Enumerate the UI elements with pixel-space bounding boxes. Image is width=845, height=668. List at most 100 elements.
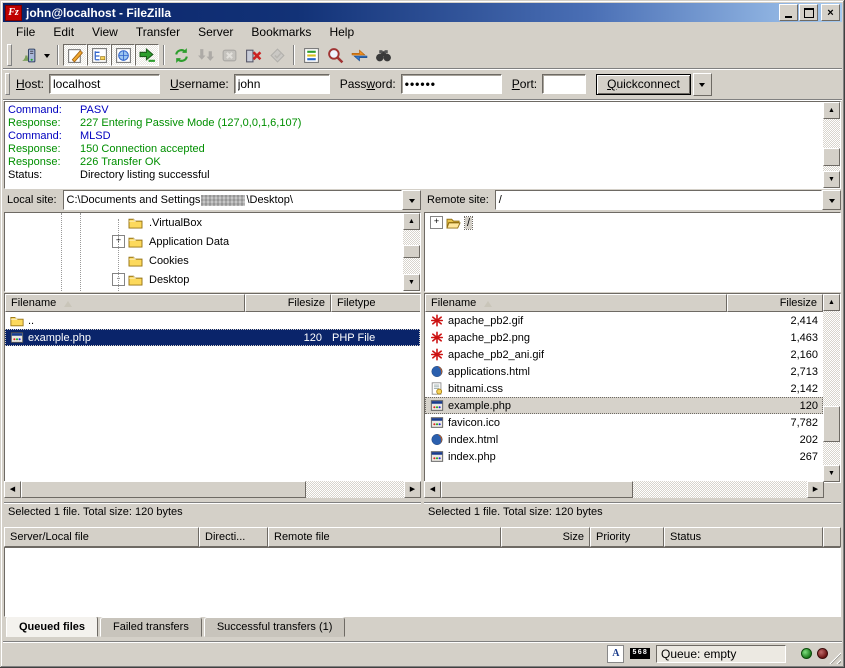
close-button[interactable]: × (821, 4, 840, 21)
scroll-track[interactable] (441, 481, 807, 498)
column-priority[interactable]: Priority (590, 527, 664, 547)
host-input[interactable] (49, 74, 160, 94)
transfer-type-icon[interactable]: A (607, 645, 624, 663)
remote-row[interactable]: apache_pb2_ani.gif2,160 (425, 346, 823, 363)
local-tree-scrollbar[interactable]: ▲ ▼ (403, 213, 420, 291)
disconnect-button[interactable] (241, 44, 265, 66)
remote-row[interactable]: index.html202 (425, 431, 823, 448)
tree-item-virtualbox[interactable]: .VirtualBox (5, 213, 403, 232)
scroll-thumb[interactable] (823, 406, 840, 442)
local-path-dropdown[interactable] (402, 190, 421, 210)
window-title: john@localhost - FileZilla (26, 6, 778, 20)
cancel-operation-button[interactable] (217, 44, 241, 66)
remote-row-example-php[interactable]: example.php120 (425, 397, 823, 414)
username-input[interactable] (234, 74, 330, 94)
site-manager-dropdown[interactable] (40, 44, 53, 66)
password-input[interactable] (401, 74, 502, 94)
toggle-message-log-button[interactable] (63, 44, 87, 66)
column-filesize[interactable]: Filesize (245, 294, 331, 312)
tree-item-root[interactable]: + / (425, 213, 840, 232)
tree-item-desktop[interactable]: - Desktop (5, 270, 403, 289)
resize-grip[interactable] (828, 651, 841, 664)
scroll-right-button[interactable]: ▶ (404, 481, 421, 498)
port-input[interactable] (542, 74, 586, 94)
scroll-up-button[interactable]: ▲ (823, 102, 840, 119)
scroll-thumb[interactable] (21, 481, 306, 498)
toggle-transfer-queue-button[interactable] (135, 44, 159, 66)
scroll-track[interactable] (403, 230, 420, 274)
local-row-parent-dir[interactable]: .. (5, 312, 420, 329)
remote-path-dropdown[interactable] (822, 190, 841, 210)
column-remote-file[interactable]: Remote file (268, 527, 501, 547)
process-queue-button[interactable] (193, 44, 217, 66)
scroll-down-button[interactable]: ▼ (823, 465, 840, 482)
column-size[interactable]: Size (501, 527, 590, 547)
tree-item-cookies[interactable]: Cookies (5, 251, 403, 270)
scroll-right-button[interactable]: ▶ (807, 481, 824, 498)
remote-row[interactable]: applications.html2,713 (425, 363, 823, 380)
site-manager-button[interactable] (16, 44, 40, 66)
refresh-button[interactable] (169, 44, 193, 66)
quickconnect-button[interactable]: Quickconnect (596, 74, 691, 95)
scroll-track[interactable] (823, 311, 840, 465)
scroll-thumb[interactable] (823, 148, 840, 166)
tab-successful-transfers[interactable]: Successful transfers (1) (204, 617, 346, 637)
queue-list-area[interactable] (4, 547, 841, 617)
quickconnect-dropdown[interactable] (693, 73, 712, 96)
find-files-button[interactable] (371, 44, 395, 66)
column-status[interactable]: Status (664, 527, 823, 547)
menu-view[interactable]: View (83, 23, 127, 41)
synchronized-browsing-button[interactable] (347, 44, 371, 66)
scroll-up-button[interactable]: ▲ (823, 294, 840, 311)
menu-edit[interactable]: Edit (44, 23, 83, 41)
column-server-local-file[interactable]: Server/Local file (4, 527, 199, 547)
tree-item-application-data[interactable]: + Application Data (5, 232, 403, 251)
tab-failed-transfers[interactable]: Failed transfers (100, 617, 202, 637)
local-row-example-php[interactable]: example.php 120 PHP File 1 (5, 329, 420, 346)
local-path-combo[interactable]: C:\Documents and Settings\Desktop\ (63, 190, 402, 210)
app-icon[interactable]: Fz (5, 5, 22, 21)
toggle-local-tree-button[interactable] (87, 44, 111, 66)
column-filename[interactable]: Filename (425, 294, 727, 312)
expand-icon[interactable]: + (430, 216, 443, 229)
scroll-up-button[interactable]: ▲ (403, 213, 420, 230)
remote-row[interactable]: index.php267 (425, 448, 823, 465)
column-direction[interactable]: Directi... (199, 527, 268, 547)
remote-vertical-scrollbar[interactable]: ▲ ▼ (823, 294, 840, 482)
toolbar-grip[interactable] (7, 44, 12, 66)
column-filename[interactable]: Filename (5, 294, 245, 312)
scroll-track[interactable] (21, 481, 404, 498)
minimize-button[interactable] (779, 4, 798, 21)
column-filetype[interactable]: Filetype (331, 294, 421, 312)
scroll-down-button[interactable]: ▼ (403, 274, 420, 291)
scroll-down-button[interactable]: ▼ (823, 171, 840, 188)
quickbar-grip[interactable] (5, 73, 10, 95)
remote-row[interactable]: bitnami.css2,142 (425, 380, 823, 397)
directory-filter-button[interactable] (299, 44, 323, 66)
remote-row[interactable]: apache_pb2.png1,463 (425, 329, 823, 346)
remote-row[interactable]: favicon.ico7,782 (425, 414, 823, 431)
compare-directories-button[interactable] (323, 44, 347, 66)
log-vertical-scrollbar[interactable]: ▲ ▼ (823, 102, 840, 188)
reconnect-button[interactable] (265, 44, 289, 66)
maximize-button[interactable] (799, 4, 818, 21)
scroll-track[interactable] (823, 119, 840, 171)
menu-file[interactable]: File (7, 23, 44, 41)
scroll-left-button[interactable]: ◀ (4, 481, 21, 498)
column-filesize[interactable]: Filesize (727, 294, 823, 312)
scroll-thumb[interactable] (441, 481, 633, 498)
chevron-down-icon (699, 83, 705, 90)
tab-queued-files[interactable]: Queued files (6, 616, 98, 637)
scroll-left-button[interactable]: ◀ (424, 481, 441, 498)
local-horizontal-scrollbar[interactable]: ◀ ▶ (4, 481, 421, 498)
scroll-thumb[interactable] (403, 245, 420, 258)
menu-server[interactable]: Server (189, 23, 242, 41)
remote-path-combo[interactable]: / (495, 190, 822, 210)
toggle-remote-tree-button[interactable] (111, 44, 135, 66)
remote-horizontal-scrollbar[interactable]: ◀ ▶ (424, 481, 824, 498)
menu-help[interactable]: Help (320, 23, 363, 41)
encryption-badge-icon[interactable]: 568 (630, 648, 650, 659)
menu-transfer[interactable]: Transfer (127, 23, 189, 41)
remote-row[interactable]: apache_pb2.gif2,414 (425, 312, 823, 329)
menu-bookmarks[interactable]: Bookmarks (242, 23, 320, 41)
